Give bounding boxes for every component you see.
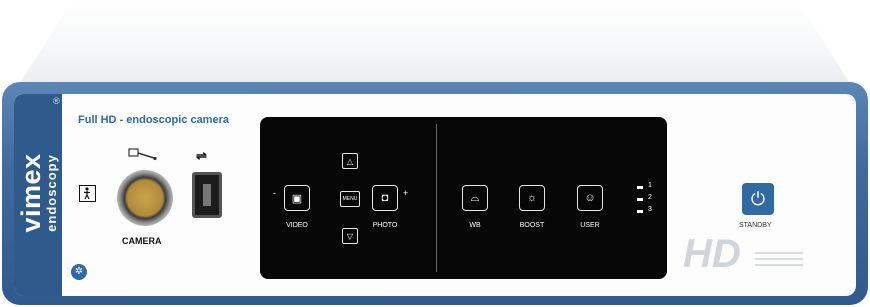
led-number-1: 1	[648, 182, 652, 189]
hd-logo-line	[755, 258, 803, 260]
standby-button[interactable]: ⏻	[742, 183, 774, 215]
white-balance-button[interactable]: ⌓	[462, 185, 488, 211]
photo-plus-sign: +	[403, 188, 409, 198]
user-label: USER	[580, 222, 600, 229]
boost-label: BOOST	[519, 222, 545, 229]
hd-logo-line	[755, 264, 803, 266]
video-label: VIDEO	[286, 222, 308, 229]
camera-label: CAMERA	[122, 236, 162, 246]
standby-label: STANDBY	[739, 222, 772, 229]
photo-camera-icon: ◘	[381, 192, 389, 204]
video-minus-sign: -	[273, 188, 276, 198]
brand-name: vimex	[16, 153, 46, 233]
panel-divider	[436, 124, 437, 272]
power-icon: ⏻	[750, 188, 766, 209]
patient-icon	[79, 185, 96, 202]
photo-button[interactable]: ◘	[372, 185, 398, 211]
endoscope-icon	[128, 148, 158, 165]
video-button[interactable]: ▣	[284, 185, 310, 211]
user-icon: ☺	[584, 192, 596, 204]
down-button[interactable]: ▽	[342, 228, 358, 244]
arrow-down-icon: ▽	[346, 231, 354, 241]
brightness-icon: ☼	[526, 192, 538, 204]
brand-logo: vimex endoscopy	[16, 118, 64, 268]
video-icon: ▣	[291, 192, 303, 205]
brand-subtitle: endoscopy	[44, 154, 59, 232]
led-indicator-2	[637, 198, 643, 201]
registered-mark: ®	[53, 96, 60, 106]
user-button[interactable]: ☺	[577, 185, 603, 211]
led-number-2: 2	[648, 194, 652, 201]
menu-button[interactable]: MENU	[340, 191, 360, 207]
usb-icon: ⇌	[196, 148, 207, 163]
hd-logo: HD	[683, 232, 741, 276]
camera-connector[interactable]	[117, 170, 173, 226]
device-title: Full HD - endoscopic camera	[78, 114, 229, 126]
led-indicator-1	[637, 186, 643, 189]
photo-label: PHOTO	[372, 222, 398, 229]
boost-button[interactable]: ☼	[519, 185, 545, 211]
usb-port[interactable]	[192, 172, 222, 218]
led-indicator-3	[637, 210, 643, 213]
arrow-up-icon: △	[346, 156, 354, 166]
hd-logo-line	[755, 252, 803, 254]
up-button[interactable]: △	[342, 153, 358, 169]
white-balance-icon: ⌓	[470, 191, 480, 204]
led-number-3: 3	[648, 206, 652, 213]
wb-label: WB	[469, 222, 481, 229]
brand-logo-icon: ✲	[71, 264, 87, 280]
